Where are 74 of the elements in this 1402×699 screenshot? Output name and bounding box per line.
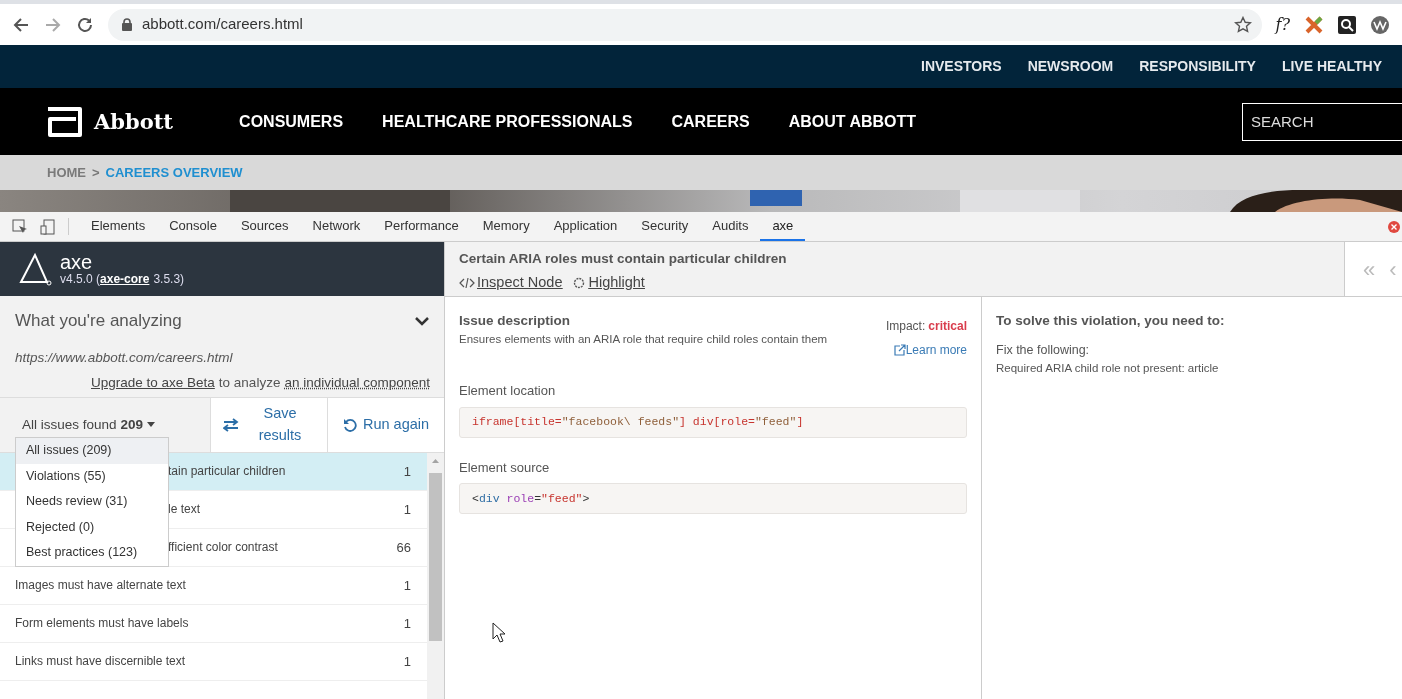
brand-name[interactable]: Abbott [94,105,174,138]
devtools-tab[interactable]: Elements [79,212,158,241]
utility-nav-link[interactable]: INVESTORS [921,56,1002,77]
main-nav-link[interactable]: HEALTHCARE PROFESSIONALS [382,109,633,134]
issue-title: Certain ARIA roles must contain particular children [459,250,788,268]
inspect-element-icon[interactable] [12,219,28,235]
breadcrumb-separator: > [92,163,100,182]
action-link[interactable]: Inspect Node [459,272,563,294]
devtools-tab[interactable]: Audits [700,212,761,241]
fix-text: Required ARIA child role not present: article [996,361,1220,376]
fix-text: Fix the following: [996,342,1091,360]
close-icon[interactable] [1388,221,1400,233]
devtools-tab[interactable]: Application [541,212,630,241]
version-number: 3.5.3) [153,273,185,287]
field-label: Element source [459,458,551,477]
app-name: axe [60,251,94,274]
mouse-pointer-icon [492,622,506,643]
main-nav-link[interactable]: ABOUT ABBOTT [788,109,917,134]
back-icon[interactable] [12,15,30,34]
devtools-tab[interactable]: Network [300,212,373,241]
url-text: abbott.com/careers.html [142,14,304,35]
impact-label: Impact: [885,318,926,335]
external-link-icon [893,344,906,356]
main-nav-link[interactable]: CAREERS [671,109,750,134]
devtools-tab[interactable]: Performance [372,212,471,241]
code-icon [459,277,475,290]
core-link[interactable]: axe-core [100,273,150,287]
issue-row[interactable]: Form elements must have labels 1 [0,604,427,643]
reload-icon[interactable] [76,15,94,34]
caret-icon [147,422,156,428]
upgrade-link[interactable]: Upgrade to axe Beta [91,372,215,394]
devtools-tab[interactable]: Console [157,212,229,241]
search-field[interactable]: SEARCH [1242,102,1402,141]
rerun-icon [342,417,357,432]
action-link[interactable]: Highlight [572,272,645,294]
utility-nav-link[interactable]: LIVE HEALTHY [1281,56,1382,77]
component-link[interactable]: an individual component [284,372,430,394]
circle-logo-icon[interactable] [1370,14,1390,35]
breadcrumb-current: CAREERS OVERVIEW [105,163,243,182]
field-label: Element location [459,382,557,400]
devtools-tab[interactable]: Sources [228,212,301,241]
menu-item[interactable]: All issues (209) [16,438,168,464]
star-icon[interactable] [1233,15,1252,34]
magnifier-icon[interactable] [1338,15,1356,34]
extension-button[interactable]: f? [1275,12,1290,37]
cross-icon[interactable] [1304,14,1324,35]
description-text: Ensures elements with an ARIA role that require child roles contain them [459,332,828,348]
device-icon[interactable] [40,219,56,235]
utility-nav-link[interactable]: RESPONSIBILITY [1139,56,1256,77]
scrollbar-drawing[interactable] [427,452,444,699]
helper-text: to analyze [218,373,281,392]
page-url: https://www.abbott.com/careers.html [15,348,234,367]
devtools-tab[interactable]: Memory [470,212,542,241]
issue-row[interactable]: Links must have discernible text 1 [0,642,427,681]
section-title: What you're analyzing [15,310,182,333]
address-bar[interactable]: abbott.com/careers.html [108,8,1262,41]
section-heading: Issue description [459,312,572,330]
version-text: v4.5.0 ( [60,273,101,287]
impact-value: critical [928,318,967,335]
main-nav-link[interactable]: CONSUMERS [239,109,344,134]
code-block: iframe[title="facebook\ feeds"] div[role="feed"] [459,406,967,438]
logo-icon[interactable] [46,106,84,137]
issue-count: 209 [120,415,144,434]
utility-nav-link[interactable]: NEWSROOM [1027,56,1114,77]
code-block: <div role="feed"> [459,483,967,514]
swap-arrows-icon [223,417,239,432]
gear-icon [572,276,587,291]
lock-icon [122,18,132,31]
filter-label: All issues found [22,415,117,434]
devtools-tab[interactable]: Security [629,212,701,241]
section-heading: To solve this violation, you need to: [996,312,1226,330]
learn-more-link[interactable]: Learn more [893,341,967,359]
chevron-down-icon[interactable] [414,315,430,326]
axe-logo-icon [18,252,52,287]
